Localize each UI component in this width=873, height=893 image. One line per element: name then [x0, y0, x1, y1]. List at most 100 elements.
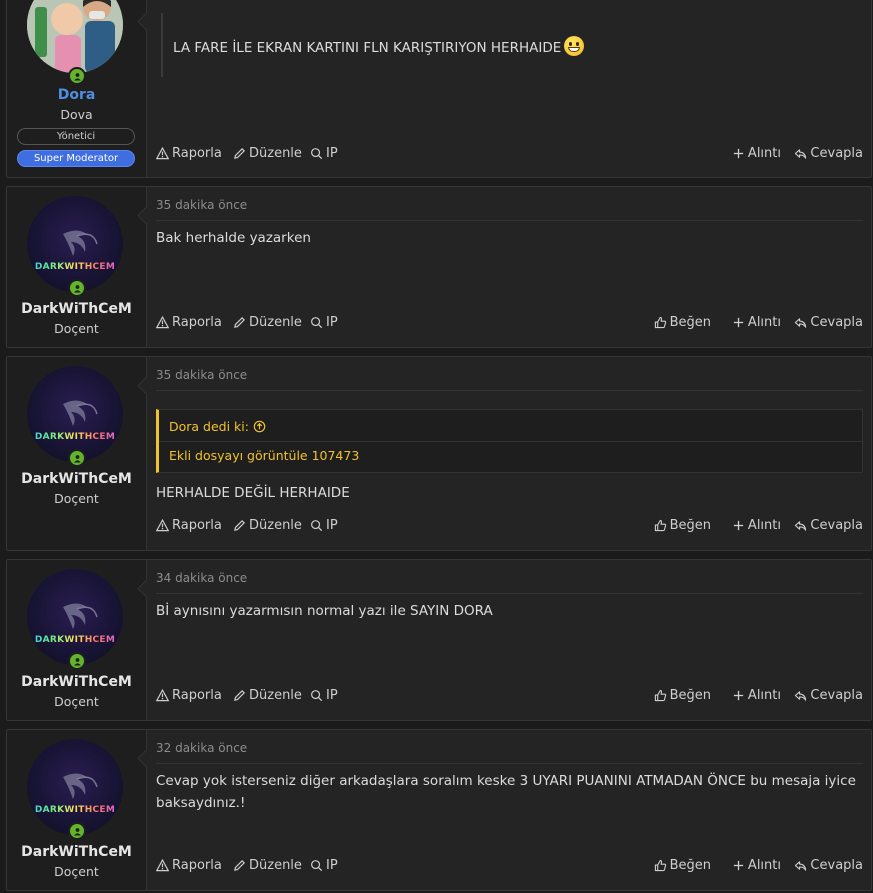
post-meta: 34 dakika önce	[156, 571, 863, 594]
username[interactable]: Dora	[7, 87, 146, 103]
ip-button[interactable]: IP	[310, 315, 338, 330]
like-label: Beğen	[669, 315, 711, 330]
quote-author: Dora dedi ki:	[169, 419, 249, 434]
online-status-icon	[68, 822, 86, 840]
warning-icon	[156, 689, 169, 702]
avatar-logo-text: DARKWITHCEM	[27, 432, 123, 442]
avatar-logo-text: DARKWITHCEM	[27, 262, 123, 272]
reply-button[interactable]: Cevapla	[794, 146, 863, 161]
ip-label: IP	[326, 315, 338, 330]
warning-icon	[156, 316, 169, 329]
edit-button[interactable]: Düzenle	[233, 858, 302, 873]
report-label: Raporla	[172, 858, 222, 873]
quote-block: Dora dedi ki: Ekli dosyayı görüntüle 107…	[156, 409, 863, 473]
report-label: Raporla	[172, 146, 222, 161]
username[interactable]: DarkWiThCeM	[7, 844, 146, 860]
report-button[interactable]: Raporla	[156, 858, 222, 873]
reply-button[interactable]: Cevapla	[794, 518, 863, 533]
warning-icon	[156, 519, 169, 532]
edit-button[interactable]: Düzenle	[233, 146, 302, 161]
avatar-logo-text: DARKWITHCEM	[27, 805, 123, 815]
post: DARKWITHCEM DarkWiThCeM Doçent 35 dakika…	[6, 186, 872, 348]
quote-button[interactable]: Alıntı	[732, 146, 781, 161]
ip-label: IP	[326, 518, 338, 533]
reply-button[interactable]: Cevapla	[794, 688, 863, 703]
pencil-icon	[234, 690, 245, 701]
ip-button[interactable]: IP	[310, 146, 338, 161]
post-time[interactable]: 32 dakika önce	[156, 741, 247, 755]
post-body: 35 dakika önce Dora dedi ki: Ekli dosyay…	[156, 357, 863, 550]
edit-button[interactable]: Düzenle	[233, 518, 302, 533]
like-label: Beğen	[669, 688, 711, 703]
quote-header[interactable]: Dora dedi ki:	[169, 416, 862, 438]
user-pane: DARKWITHCEM DarkWiThCeM Doçent	[7, 357, 147, 550]
post: DARKWITHCEM DarkWiThCeM Doçent 35 dakika…	[6, 356, 872, 551]
avatar[interactable]: DARKWITHCEM	[27, 366, 123, 462]
pencil-icon	[234, 148, 245, 159]
report-button[interactable]: Raporla	[156, 146, 222, 161]
reply-button[interactable]: Cevapla	[794, 858, 863, 873]
thumbs-up-icon	[654, 519, 666, 532]
quote-button[interactable]: Alıntı	[732, 688, 781, 703]
post-time[interactable]: 35 dakika önce	[156, 368, 247, 382]
avatar[interactable]: DARKWITHCEM	[27, 196, 123, 292]
quote-button[interactable]: Alıntı	[732, 518, 781, 533]
post-message: LA FARE İLE EKRAN KARTINI FLN KARIŞTIRIY…	[173, 36, 863, 59]
user-title: Doçent	[54, 491, 99, 506]
edit-label: Düzenle	[249, 146, 302, 161]
ip-button[interactable]: IP	[310, 518, 338, 533]
post-message: Cevap yok isterseniz diğer arkadaşlara s…	[156, 773, 856, 811]
like-button[interactable]: Beğen	[654, 315, 711, 330]
username[interactable]: DarkWiThCeM	[7, 674, 146, 690]
like-button[interactable]: Beğen	[654, 688, 711, 703]
quote-button[interactable]: Alıntı	[732, 315, 781, 330]
avatar[interactable]	[27, 0, 123, 73]
username[interactable]: DarkWiThCeM	[7, 301, 146, 317]
search-icon	[311, 317, 323, 329]
ip-button[interactable]: IP	[310, 688, 338, 703]
user-pane: DARKWITHCEM DarkWiThCeM Doçent	[7, 730, 147, 890]
plus-icon	[733, 317, 744, 328]
post-meta: 35 dakika önce	[156, 368, 863, 391]
like-button[interactable]: Beğen	[654, 858, 711, 873]
edit-button[interactable]: Düzenle	[233, 688, 302, 703]
post-message: Bak herhalde yazarken	[156, 230, 311, 246]
quote-label: Alıntı	[747, 858, 781, 873]
edit-button[interactable]: Düzenle	[233, 315, 302, 330]
edit-label: Düzenle	[249, 518, 302, 533]
thumbs-up-icon	[654, 689, 666, 702]
post: Dora Dova Yönetici Super Moderator LA FA…	[6, 0, 872, 178]
reply-icon	[795, 691, 807, 701]
ip-button[interactable]: IP	[310, 858, 338, 873]
reply-label: Cevapla	[810, 146, 863, 161]
report-button[interactable]: Raporla	[156, 688, 222, 703]
quote-body[interactable]: Ekli dosyayı görüntüle 107473	[169, 446, 359, 466]
user-title: Dova	[60, 107, 93, 122]
reply-button[interactable]: Cevapla	[794, 315, 863, 330]
edit-label: Düzenle	[249, 315, 302, 330]
arrow-up-circle-icon[interactable]	[253, 420, 266, 433]
reply-icon	[795, 521, 807, 531]
search-icon	[311, 148, 323, 160]
quote-button[interactable]: Alıntı	[732, 858, 781, 873]
reply-icon	[795, 149, 807, 159]
avatar[interactable]: DARKWITHCEM	[27, 569, 123, 665]
avatar[interactable]: DARKWITHCEM	[27, 739, 123, 835]
report-button[interactable]: Raporla	[156, 518, 222, 533]
online-status-icon	[68, 652, 86, 670]
pencil-icon	[234, 860, 245, 871]
report-button[interactable]: Raporla	[156, 315, 222, 330]
quote-label: Alıntı	[747, 688, 781, 703]
search-icon	[311, 520, 323, 532]
post-body: 35 dakika önce Bak herhalde yazarken Rap…	[156, 187, 863, 347]
post: DARKWITHCEM DarkWiThCeM Doçent 32 dakika…	[6, 729, 872, 891]
thumbs-up-icon	[654, 316, 666, 329]
username[interactable]: DarkWiThCeM	[7, 471, 146, 487]
user-pane: DARKWITHCEM DarkWiThCeM Doçent	[7, 187, 147, 347]
post-time[interactable]: 34 dakika önce	[156, 571, 247, 585]
divider	[161, 13, 163, 77]
pencil-icon	[234, 317, 245, 328]
like-button[interactable]: Beğen	[654, 518, 711, 533]
plus-icon	[733, 860, 744, 871]
post-time[interactable]: 35 dakika önce	[156, 198, 247, 212]
